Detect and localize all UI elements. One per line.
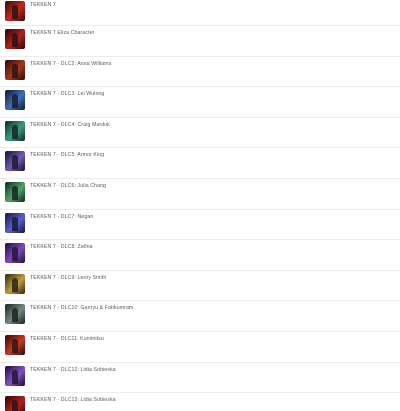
list-item[interactable]: TEKKEN 7 - DLC5: Armor King [0, 148, 400, 179]
game-thumbnail-icon [5, 273, 25, 294]
dlc-list: TEKKEN 7 TEKKEN 7 Eliza Character TEKKEN… [0, 0, 400, 411]
item-title: TEKKEN 7 - DLC13: Lidia Sobieska [30, 397, 116, 404]
list-item[interactable]: TEKKEN 7 - DLC12: Lidia Sobieska [0, 363, 400, 394]
list-item[interactable]: TEKKEN 7 - DLC10: Ganryu & Fahkumram [0, 301, 400, 332]
item-title: TEKKEN 7 - DLC6: Julia Chang [30, 182, 107, 189]
game-thumbnail-icon [5, 151, 25, 172]
list-item[interactable]: TEKKEN 7 Eliza Character [0, 26, 400, 57]
item-title: TEKKEN 7 - DLC8: Zafina [30, 244, 93, 251]
game-thumbnail-icon [5, 334, 25, 355]
item-title: TEKKEN 7 - DLC3: Lei Wulong [30, 91, 105, 98]
game-thumbnail-icon [5, 304, 25, 325]
game-thumbnail-icon [5, 181, 25, 202]
item-title: TEKKEN 7 - DLC7: Negan [30, 213, 94, 220]
game-thumbnail-icon [5, 212, 25, 233]
item-title: TEKKEN 7 [30, 2, 56, 8]
list-item[interactable]: TEKKEN 7 - DLC3: Lei Wulong [0, 87, 400, 118]
dlc-list-page: TEKKEN 7 TEKKEN 7 Eliza Character TEKKEN… [0, 0, 400, 411]
game-thumbnail-icon [5, 59, 25, 80]
item-title: TEKKEN 7 - DLC9: Leroy Smith [30, 274, 107, 281]
list-item[interactable]: TEKKEN 7 [0, 0, 400, 26]
list-item[interactable]: TEKKEN 7 - DLC11: Kunimitsu [0, 332, 400, 363]
item-title: TEKKEN 7 - DLC2: Anna Williams [30, 60, 112, 67]
item-title: TEKKEN 7 - DLC11: Kunimitsu [30, 335, 104, 342]
game-thumbnail-icon [5, 365, 25, 386]
game-thumbnail-icon [5, 90, 25, 111]
game-thumbnail-icon [5, 243, 25, 264]
item-title: TEKKEN 7 Eliza Character [30, 30, 95, 36]
game-thumbnail-icon [5, 1, 25, 21]
list-item[interactable]: TEKKEN 7 - DLC9: Leroy Smith [0, 271, 400, 302]
list-item[interactable]: TEKKEN 7 - DLC7: Negan [0, 210, 400, 241]
list-item[interactable]: TEKKEN 7 - DLC4: Craig Marduk [0, 118, 400, 149]
game-thumbnail-icon [5, 396, 25, 411]
item-title: TEKKEN 7 - DLC5: Armor King [30, 152, 105, 159]
list-item[interactable]: TEKKEN 7 - DLC2: Anna Williams [0, 57, 400, 88]
list-item[interactable]: TEKKEN 7 - DLC13: Lidia Sobieska [0, 393, 400, 411]
item-title: TEKKEN 7 - DLC12: Lidia Sobieska [30, 366, 116, 373]
item-title: TEKKEN 7 - DLC10: Ganryu & Fahkumram [30, 305, 134, 312]
game-thumbnail-icon [5, 29, 25, 49]
item-title: TEKKEN 7 - DLC4: Craig Marduk [30, 121, 110, 128]
list-item[interactable]: TEKKEN 7 - DLC6: Julia Chang [0, 179, 400, 210]
game-thumbnail-icon [5, 120, 25, 141]
list-item[interactable]: TEKKEN 7 - DLC8: Zafina [0, 240, 400, 271]
